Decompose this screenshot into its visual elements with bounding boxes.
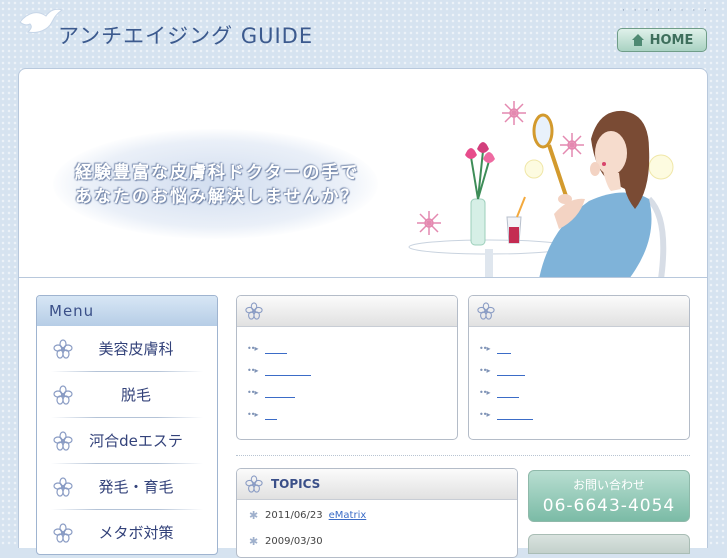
- contact-phone: 06-6643-4054: [542, 496, 676, 516]
- panel-header: [237, 296, 457, 327]
- side-menu: Menu 美容皮膚科 脱毛 河合deエステ 発毛・育毛 メタボ対策: [36, 295, 218, 555]
- site-title[interactable]: アンチエイジング GUIDE: [58, 20, 313, 50]
- flower-icon: [245, 475, 263, 493]
- link-panel-left: ••▸ ••▸ ••▸ ••▸: [236, 295, 458, 440]
- top-dots: · · · · · · · ·: [622, 6, 710, 16]
- arrow-icon: ••▸: [479, 409, 490, 419]
- hero-caption: 経験豊富な皮膚科ドクターの手で あなたのお悩み解決しませんか？: [75, 161, 360, 209]
- home-label: HOME: [649, 32, 694, 48]
- menu-item-label: 美容皮膚科: [98, 340, 174, 358]
- flower-icon: [53, 523, 73, 543]
- list-item: ••▸: [247, 359, 457, 381]
- arrow-icon: ••▸: [479, 387, 490, 397]
- menu-item-hair-removal[interactable]: 脱毛: [37, 372, 217, 417]
- menu-item-hair-growth[interactable]: 発毛・育毛: [37, 464, 217, 509]
- topic-item: ✱ 2009/03/30: [237, 530, 517, 552]
- woman-with-mirror-illustration: [408, 101, 674, 277]
- flower-icon: [53, 431, 73, 451]
- panel-link-list: ••▸ ••▸ ••▸ ••▸: [237, 327, 457, 425]
- panel-link[interactable]: [265, 343, 287, 354]
- list-item: ••▸: [479, 359, 689, 381]
- arrow-icon: ••▸: [479, 365, 490, 375]
- list-item: ••▸: [479, 403, 689, 425]
- panel-link[interactable]: [497, 409, 533, 420]
- secondary-banner[interactable]: [528, 534, 690, 554]
- contact-label: お問い合わせ: [572, 478, 645, 492]
- panel-link[interactable]: [497, 365, 525, 376]
- list-item: ••▸: [247, 381, 457, 403]
- hero-line-2: あなたのお悩み解決しませんか？: [75, 187, 360, 207]
- flower-icon: [53, 477, 73, 497]
- menu-title: Menu: [37, 296, 217, 326]
- topics-header: TOPICS: [237, 469, 517, 500]
- arrow-icon: ••▸: [247, 343, 258, 353]
- panel-link[interactable]: [497, 387, 519, 398]
- contact-button[interactable]: お問い合わせ 06-6643-4054: [528, 470, 690, 522]
- menu-item-label: 脱毛: [120, 386, 151, 404]
- link-panel-right: ••▸ ••▸ ••▸ ••▸: [468, 295, 690, 440]
- topic-date: 2011/06/23: [265, 509, 323, 521]
- menu-item-kawai-esthe[interactable]: 河合deエステ: [37, 418, 217, 463]
- flower-icon: [53, 385, 73, 405]
- arrow-icon: ••▸: [247, 409, 258, 419]
- topic-item: ✱ 2011/06/23 eMatrix: [237, 504, 517, 526]
- asterisk-icon: ✱: [249, 508, 259, 522]
- menu-item-label: 河合deエステ: [89, 432, 183, 450]
- flower-icon: [477, 302, 495, 320]
- flower-icon: [53, 339, 73, 359]
- panel-link[interactable]: [265, 409, 277, 420]
- arrow-icon: ••▸: [247, 387, 258, 397]
- arrow-icon: ••▸: [479, 343, 490, 353]
- list-item: ••▸: [247, 403, 457, 425]
- hero-line-1: 経験豊富な皮膚科ドクターの手で: [75, 163, 360, 183]
- topic-link[interactable]: eMatrix: [329, 510, 367, 521]
- house-icon: [631, 34, 644, 46]
- panel-link[interactable]: [497, 343, 511, 354]
- menu-item-metabolic[interactable]: メタボ対策: [37, 510, 217, 554]
- list-item: ••▸: [247, 337, 457, 359]
- asterisk-icon: ✱: [249, 534, 259, 548]
- menu-item-label: 発毛・育毛: [98, 478, 174, 496]
- panel-header: [469, 296, 689, 327]
- menu-item-label: メタボ対策: [98, 524, 174, 542]
- list-item: ••▸: [479, 337, 689, 359]
- flower-icon: [245, 302, 263, 320]
- hero-banner: 経験豊富な皮膚科ドクターの手で あなたのお悩み解決しませんか？: [18, 68, 708, 278]
- dotted-divider: [236, 455, 690, 457]
- topics-title: TOPICS: [271, 477, 321, 491]
- panel-link-list: ••▸ ••▸ ••▸ ••▸: [469, 327, 689, 425]
- panel-link[interactable]: [265, 365, 311, 376]
- panel-link[interactable]: [265, 387, 295, 398]
- menu-item-beauty-dermatology[interactable]: 美容皮膚科: [37, 326, 217, 371]
- list-item: ••▸: [479, 381, 689, 403]
- arrow-icon: ••▸: [247, 365, 258, 375]
- home-button[interactable]: HOME: [617, 28, 707, 52]
